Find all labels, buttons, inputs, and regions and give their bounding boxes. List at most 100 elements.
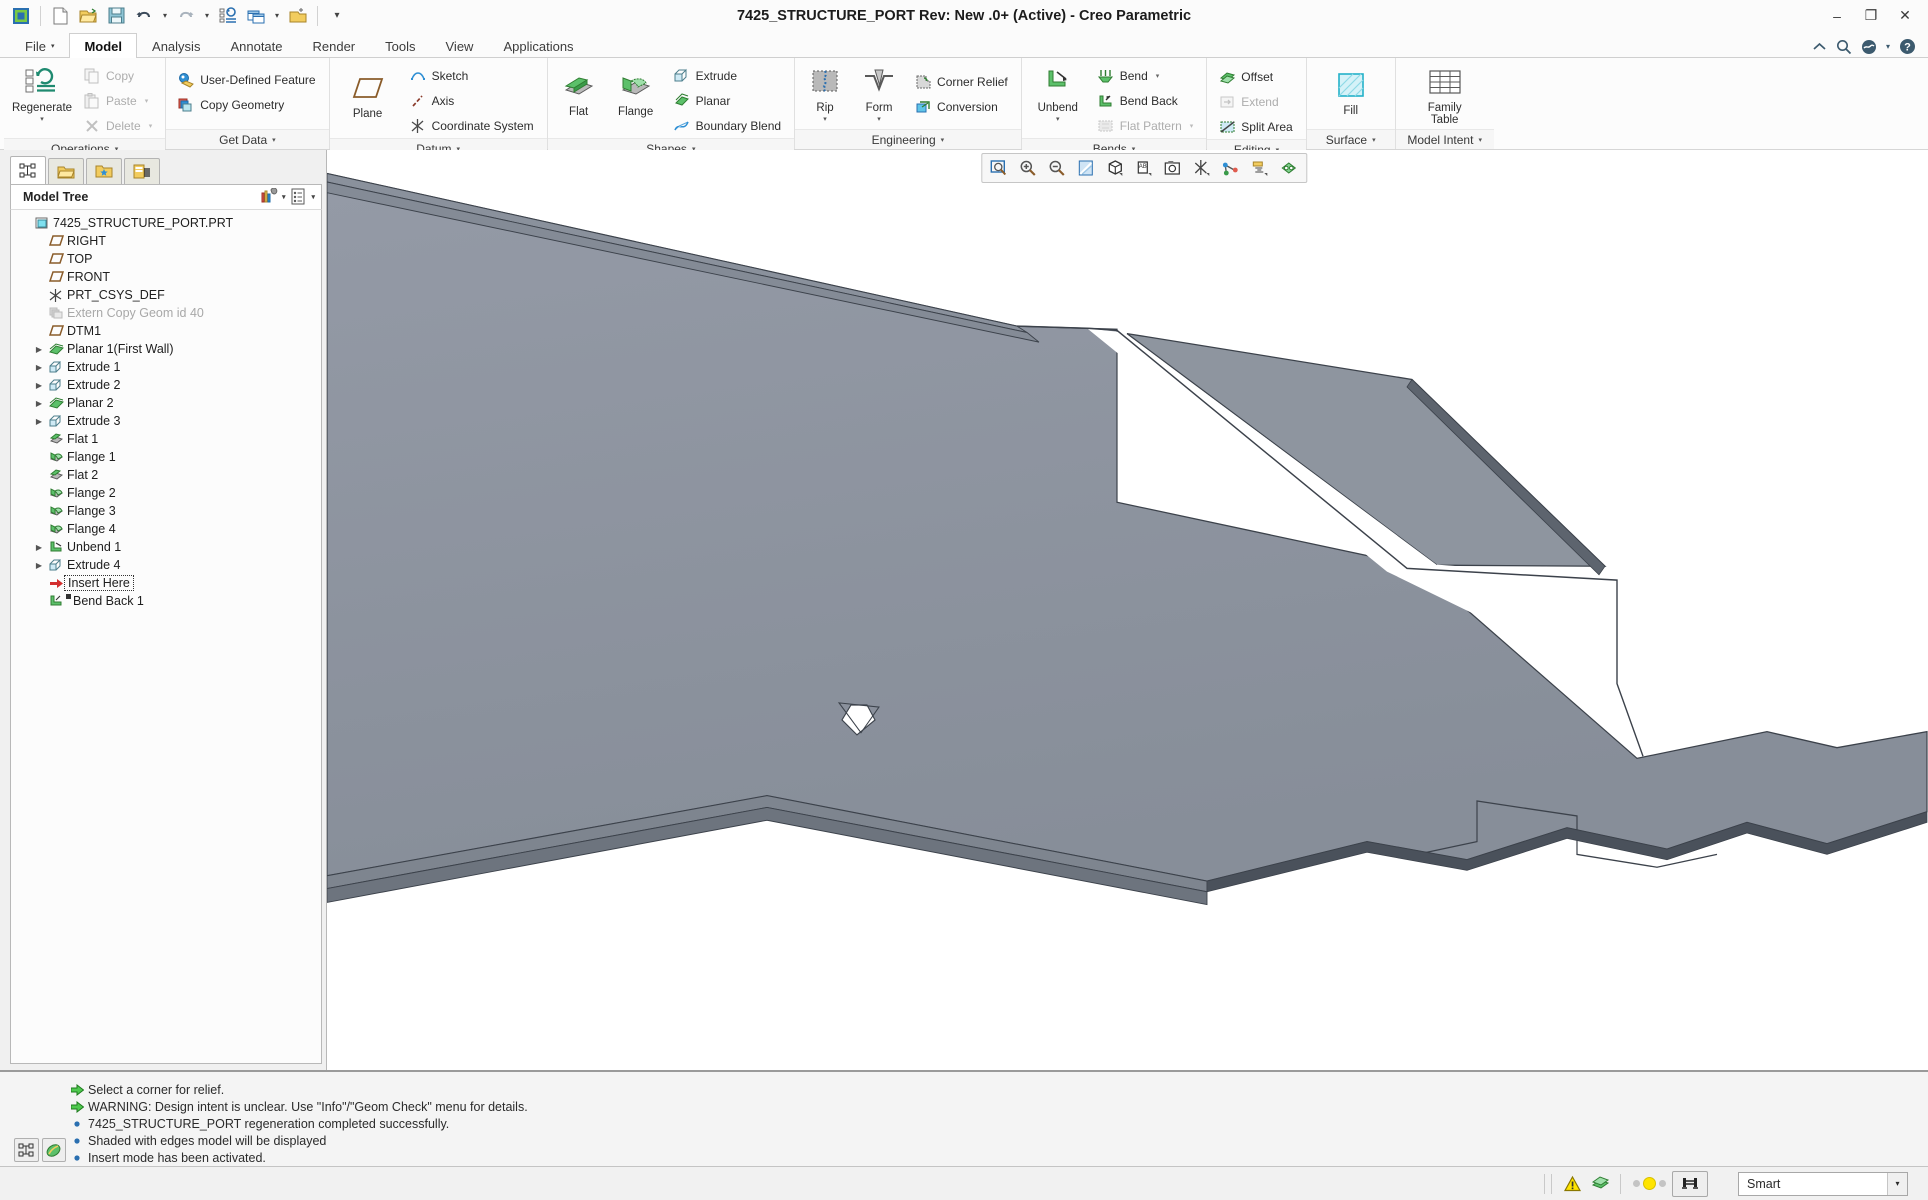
offset-button[interactable]: Offset [1214,65,1298,89]
boundary-blend-button[interactable]: Boundary Blend [669,114,787,138]
creo-logo-icon[interactable] [8,3,34,29]
expand-arrow-icon[interactable]: ▶ [31,417,47,426]
tree-item-7425-structure-port-prt[interactable]: 7425_STRUCTURE_PORT.PRT [11,214,321,232]
model-display-icon[interactable] [41,1138,66,1162]
extend-button[interactable]: Extend [1214,90,1298,114]
layer-display-icon[interactable] [1275,155,1303,181]
tree-item-front[interactable]: FRONT [11,268,321,286]
tab-applications[interactable]: Applications [488,33,588,58]
undo-icon[interactable] [131,3,157,29]
close-window-icon[interactable] [285,3,311,29]
tree-item-flange-2[interactable]: Flange 2 [11,484,321,502]
flange-button[interactable]: Flange [609,63,663,118]
expand-arrow-icon[interactable]: ▶ [31,363,47,372]
tree-item-extrude-4[interactable]: ▶ Extrude 4 [11,556,321,574]
help-center-caret-icon[interactable]: ▾ [1886,42,1890,51]
favorites-tab[interactable] [86,158,122,184]
bend-button[interactable]: Bend ▾ [1093,64,1200,88]
sketch-button[interactable]: Sketch [405,64,540,88]
tree-display-caret-icon[interactable]: ▾ [311,193,315,201]
undo-dropdown-caret[interactable]: ▾ [159,11,171,20]
csys-display-icon[interactable] [1246,155,1274,181]
tab-model[interactable]: Model [69,33,138,58]
tree-settings-icon[interactable] [259,188,278,206]
minimize-button[interactable]: – [1820,3,1854,29]
chevron-down-icon[interactable]: ▾ [1056,115,1060,123]
bend-back-button[interactable]: Bend Back [1093,89,1200,113]
minimize-ribbon-icon[interactable] [1812,41,1827,53]
tree-item-flange-4[interactable]: Flange 4 [11,520,321,538]
group-label-get-data[interactable]: Get Data ▾ [166,129,329,149]
zoom-in-icon[interactable] [1014,155,1042,181]
close-button[interactable]: ✕ [1888,3,1922,29]
sheet-metal-model[interactable] [327,150,1928,1070]
chevron-down-icon[interactable]: ▾ [40,115,44,123]
window-switch-icon[interactable] [243,3,269,29]
zoom-out-icon[interactable] [1043,155,1071,181]
tree-item-extrude-2[interactable]: ▶ Extrude 2 [11,376,321,394]
chevron-down-icon[interactable]: ▾ [145,97,149,105]
window-dropdown-caret[interactable]: ▾ [271,11,283,20]
repaint-icon[interactable] [1072,155,1100,181]
chevron-down-icon[interactable]: ▾ [877,115,881,123]
chevron-down-icon[interactable]: ▾ [1190,122,1194,130]
plane-button[interactable]: Plane [337,63,399,120]
tree-item-planar-2[interactable]: ▶ Planar 2 [11,394,321,412]
user-defined-feature-button[interactable]: User-Defined Feature [173,68,321,92]
selection-filter-select[interactable]: Smart ▾ [1738,1171,1908,1196]
new-file-icon[interactable] [47,3,73,29]
redo-dropdown-caret[interactable]: ▾ [201,11,213,20]
expand-arrow-icon[interactable]: ▶ [31,381,47,390]
tab-tools[interactable]: Tools [370,33,430,58]
group-label-engineering[interactable]: Engineering ▾ [795,129,1021,149]
tree-item-bend-back-1[interactable]: Bend Back 1 [11,592,321,610]
model-tree[interactable]: 7425_STRUCTURE_PORT.PRT RIGHT TOP FRONT PRT_… [10,210,322,1064]
redo-icon[interactable] [173,3,199,29]
tree-item-prt-csys-def[interactable]: PRT_CSYS_DEF [11,286,321,304]
annotation-display-icon[interactable]: AB [1130,155,1158,181]
expand-arrow-icon[interactable]: ▶ [31,345,47,354]
open-file-icon[interactable] [75,3,101,29]
copy-geometry-button[interactable]: Copy Geometry [173,93,321,117]
coordinate-system-button[interactable]: Coordinate System [405,114,540,138]
tree-item-extern-copy-geom-id-40[interactable]: Extern Copy Geom id 40 [11,304,321,322]
tree-item-extrude-1[interactable]: ▶ Extrude 1 [11,358,321,376]
planar-button[interactable]: Planar [669,89,787,113]
datum-display-icon[interactable] [1188,155,1216,181]
expand-arrow-icon[interactable]: ▶ [31,399,47,408]
save-icon[interactable] [103,3,129,29]
copy-button[interactable]: Copy [79,64,158,88]
tree-item-insert-here[interactable]: Insert Here [11,574,321,592]
tree-item-extrude-3[interactable]: ▶ Extrude 3 [11,412,321,430]
tree-display-icon[interactable] [289,188,307,206]
chevron-down-icon[interactable]: ▾ [823,115,827,123]
chevron-down-icon[interactable]: ▾ [1156,72,1160,80]
tab-annotate[interactable]: Annotate [215,33,297,58]
folder-browser-tab[interactable] [48,158,84,184]
flat-button[interactable]: Flat [555,63,603,118]
regenerate-icon[interactable] [215,3,241,29]
search-icon[interactable] [1836,39,1852,55]
family-table-button[interactable]: Family Table [1403,63,1487,126]
rip-button[interactable]: Rip ▾ [802,63,848,123]
chevron-down-icon[interactable]: ▾ [1887,1172,1907,1195]
restore-button[interactable]: ❐ [1854,3,1888,29]
warning-icon[interactable] [1558,1172,1586,1196]
tree-item-unbend-1[interactable]: ▶ Unbend 1 [11,538,321,556]
fill-button[interactable]: Fill [1314,66,1388,117]
group-label-surface[interactable]: Surface ▾ [1306,129,1395,149]
refit-icon[interactable] [985,155,1013,181]
tab-render[interactable]: Render [298,33,371,58]
tree-item-planar-1-first-wall[interactable]: ▶ Planar 1(First Wall) [11,340,321,358]
tab-view[interactable]: View [431,33,489,58]
regen-status-icon[interactable] [1586,1172,1614,1196]
message-log-icon[interactable] [14,1138,39,1162]
tree-item-top[interactable]: TOP [11,250,321,268]
split-area-button[interactable]: Split Area [1214,115,1298,139]
form-button[interactable]: Form ▾ [854,63,904,123]
layers-tab[interactable] [124,158,160,184]
flat-pattern-button[interactable]: Flat Pattern ▾ [1093,114,1200,138]
axis-button[interactable]: Axis [405,89,540,113]
qat-overflow-icon[interactable]: ▾ [324,3,350,29]
tab-file[interactable]: File ▾ [10,33,69,58]
